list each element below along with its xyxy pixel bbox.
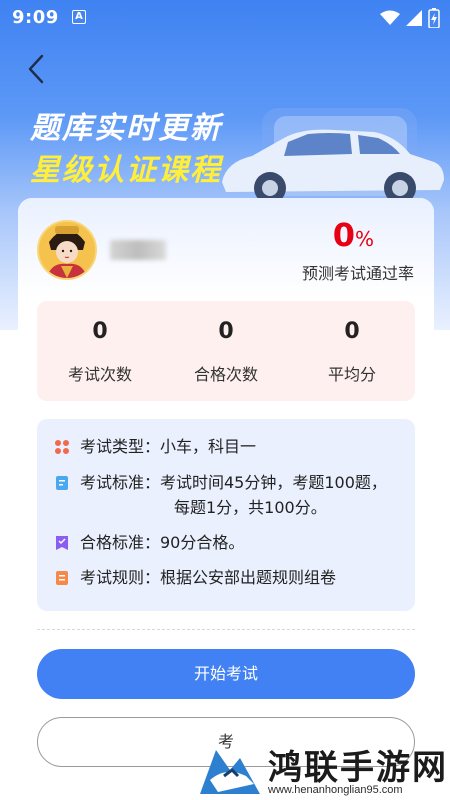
stat-label: 考试次数 xyxy=(67,365,132,384)
stats-panel: 0 考试次数 0 合格次数 0 平均分 xyxy=(37,301,415,401)
stat-label: 合格次数 xyxy=(193,365,258,384)
back-button[interactable] xyxy=(24,52,50,86)
stat-average-score: 0 平均分 xyxy=(289,301,415,401)
info-text-standard-line1: 考试标准：考试时间45分钟，考题100题， xyxy=(80,473,387,492)
stat-value: 0 xyxy=(218,319,234,344)
stat-value: 0 xyxy=(344,319,360,344)
clipboard-icon xyxy=(56,571,68,585)
banner-line2: 星级认证课程 xyxy=(30,153,222,188)
wifi-icon xyxy=(380,10,400,25)
stat-value: 0 xyxy=(92,319,108,344)
info-text-type: 考试类型：小车，科目一 xyxy=(80,437,257,456)
status-icons xyxy=(380,8,440,28)
watermark-text: 鸿联手游网 xyxy=(268,748,448,788)
stat-exam-count: 0 考试次数 xyxy=(37,301,163,401)
badge-check-icon xyxy=(56,536,68,550)
avatar[interactable] xyxy=(37,220,97,280)
signal-icon xyxy=(406,10,422,26)
stat-label: 平均分 xyxy=(327,365,376,384)
grid-flower-icon xyxy=(55,440,69,454)
banner-line1: 题库实时更新 xyxy=(30,111,222,146)
avatar-portrait-icon xyxy=(39,222,95,278)
info-text-pass: 合格标准：90分合格。 xyxy=(80,533,245,552)
pass-rate-unit: % xyxy=(354,227,374,251)
exam-card: 0% 预测考试通过率 0 考试次数 0 合格次数 0 平均分 考试类型：小车，科… xyxy=(18,198,434,800)
car-illustration xyxy=(222,108,444,204)
divider xyxy=(37,629,415,630)
accessibility-a-icon: A xyxy=(72,10,86,24)
watermark-url: www.henanhonglian95.com xyxy=(268,784,403,796)
pass-rate-value: 0 xyxy=(332,216,355,254)
start-exam-button[interactable]: 开始考试 xyxy=(37,649,415,699)
status-time: 9:09 xyxy=(12,7,59,28)
info-text-standard-line2: 每题1分，共100分。 xyxy=(174,498,327,517)
watermark: 鸿联手游网 www.henanhonglian95.com xyxy=(196,740,450,800)
username-redacted xyxy=(110,240,166,260)
pass-rate: 0% xyxy=(333,216,374,254)
pass-rate-label: 预测考试通过率 xyxy=(301,264,414,283)
watermark-logo-icon xyxy=(200,750,260,794)
exam-info-panel: 考试类型：小车，科目一 考试标准：考试时间45分钟，考题100题， 每题1分，共… xyxy=(37,419,415,611)
document-icon xyxy=(56,476,68,490)
stat-pass-count: 0 合格次数 xyxy=(163,301,289,401)
banner: 题库实时更新 星级认证课程 xyxy=(30,108,222,192)
info-text-rules: 考试规则：根据公安部出题规则组卷 xyxy=(80,568,337,587)
battery-icon xyxy=(428,8,440,28)
status-bar: 9:09 A xyxy=(0,0,450,34)
